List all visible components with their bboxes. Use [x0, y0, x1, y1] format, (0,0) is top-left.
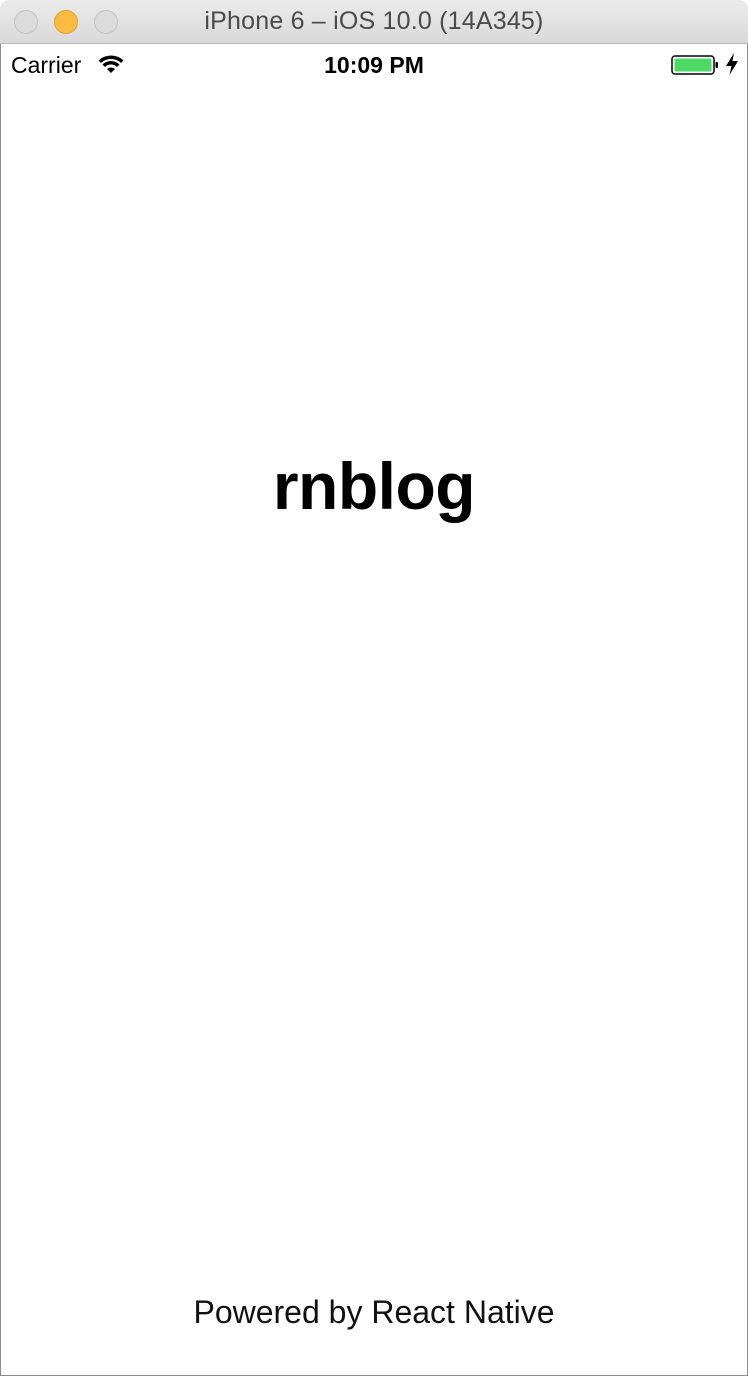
- status-bar: Carrier 10:09 PM: [1, 44, 747, 84]
- window-title: iPhone 6 – iOS 10.0 (14A345): [204, 7, 544, 35]
- powered-by-label: Powered by React Native: [193, 1294, 555, 1330]
- simulator-window: iPhone 6 – iOS 10.0 (14A345) Carrier 10:…: [0, 0, 748, 1376]
- status-time: 10:09 PM: [324, 52, 424, 78]
- device-screen[interactable]: Carrier 10:09 PM rnblog Powered by React…: [0, 44, 748, 1376]
- charging-bolt-icon: [726, 53, 738, 75]
- battery-icon: [671, 55, 718, 75]
- window-titlebar[interactable]: iPhone 6 – iOS 10.0 (14A345): [0, 0, 748, 44]
- app-title: rnblog: [272, 449, 476, 523]
